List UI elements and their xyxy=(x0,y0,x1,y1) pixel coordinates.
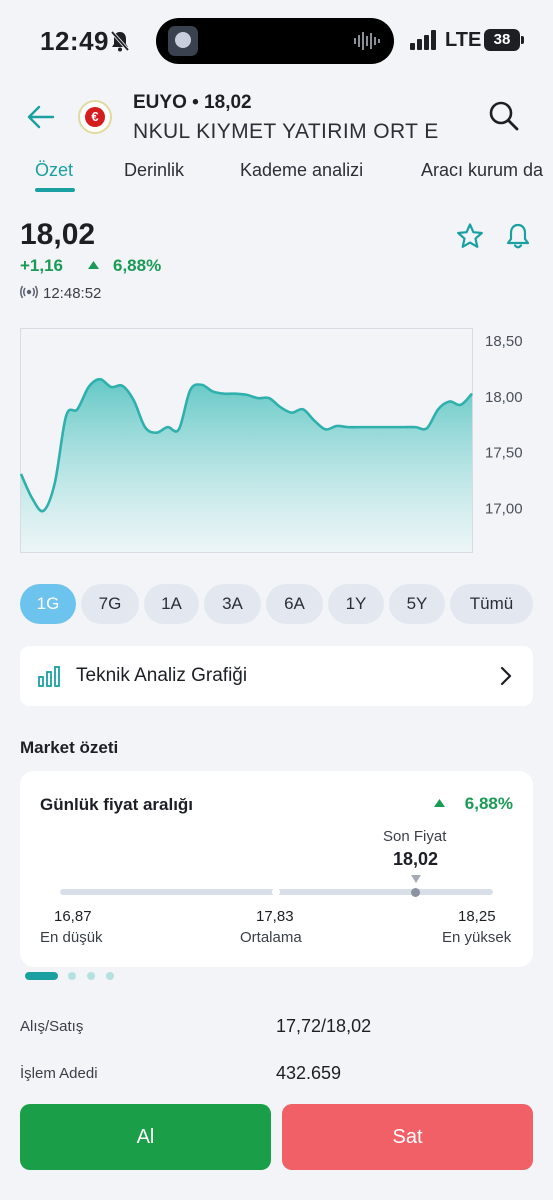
price-change-percent: 6,88% xyxy=(113,256,162,275)
sell-button[interactable]: Sat xyxy=(282,1104,533,1170)
market-summary-title: Market özeti xyxy=(20,738,119,757)
tab-araci-kurum[interactable]: Aracı kurum da xyxy=(421,160,543,181)
last-price-label: Son Fiyat xyxy=(383,828,447,845)
current-price: 18,02 xyxy=(20,218,96,251)
ticker-price-title: EUYO • 18,02 xyxy=(133,92,252,113)
star-icon[interactable] xyxy=(456,222,484,250)
high-value: 18,25 xyxy=(458,908,496,925)
average-value: 17,83 xyxy=(256,908,294,925)
chevron-right-icon xyxy=(500,666,512,686)
y-tick-label: 17,50 xyxy=(485,445,523,462)
y-tick-label: 17,00 xyxy=(485,500,523,517)
detail-tabs: Özet Derinlik Kademe analizi Aracı kurum… xyxy=(0,150,553,198)
daily-price-range-card[interactable]: Günlük fiyat aralığı 6,88% Son Fiyat 18,… xyxy=(20,771,533,967)
high-label: En yüksek xyxy=(442,929,512,946)
time-range-selector: 1G 7G 1A 3A 6A 1Y 5Y Tümü xyxy=(20,584,533,624)
up-triangle-icon xyxy=(88,261,99,269)
bar-chart-icon xyxy=(38,666,60,687)
range-3a-button[interactable]: 3A xyxy=(204,584,261,624)
company-name: NKUL KIYMET YATIRIM ORT E xyxy=(133,120,439,143)
last-price-dot xyxy=(411,888,420,897)
last-price-marker-icon xyxy=(411,875,421,883)
range-1g-button[interactable]: 1G xyxy=(20,584,76,624)
technical-analysis-label: Teknik Analiz Grafiği xyxy=(76,665,248,686)
bell-slash-icon xyxy=(110,30,130,52)
stock-header: € EUYO • 18,02 NKUL KIYMET YATIRIM ORT E xyxy=(0,80,553,150)
live-broadcast-icon xyxy=(20,285,38,299)
daily-range-change: 6,88% xyxy=(464,794,513,813)
range-tumu-button[interactable]: Tümü xyxy=(450,584,533,624)
technical-analysis-link[interactable]: Teknik Analiz Grafiği xyxy=(20,646,533,706)
last-price-value: 18,02 xyxy=(393,849,439,869)
audio-waveform-icon xyxy=(354,32,380,50)
card-pager xyxy=(25,972,125,980)
pager-dot[interactable] xyxy=(68,972,76,980)
low-label: En düşük xyxy=(40,929,103,946)
average-marker xyxy=(272,888,280,896)
price-change-absolute: +1,16 xyxy=(20,256,64,275)
average-label: Ortalama xyxy=(240,929,302,946)
network-type: LTE xyxy=(445,29,482,51)
volume-value: 432.659 xyxy=(276,1063,342,1083)
company-logo: € xyxy=(78,100,112,134)
range-1a-button[interactable]: 1A xyxy=(144,584,199,624)
y-tick-label: 18,00 xyxy=(485,389,523,406)
bid-ask-value: 17,72/18,02 xyxy=(276,1016,372,1036)
dynamic-island[interactable] xyxy=(156,18,394,64)
battery-icon: 38 xyxy=(484,29,524,51)
pager-dot[interactable] xyxy=(106,972,114,980)
buy-button[interactable]: Al xyxy=(20,1104,271,1170)
euro-logo-glyph: € xyxy=(91,109,99,124)
tab-ozet[interactable]: Özet xyxy=(35,160,73,181)
back-arrow-icon[interactable] xyxy=(26,102,56,132)
status-time: 12:49 xyxy=(40,26,109,56)
low-value: 16,87 xyxy=(54,908,92,925)
bid-ask-label: Alış/Satış xyxy=(20,1018,84,1035)
range-1y-button[interactable]: 1Y xyxy=(328,584,384,624)
daily-range-title: Günlük fiyat aralığı xyxy=(40,795,194,814)
range-7g-button[interactable]: 7G xyxy=(81,584,139,624)
range-5y-button[interactable]: 5Y xyxy=(389,584,445,624)
up-triangle-icon xyxy=(434,799,445,807)
last-update-time: 12:48:52 xyxy=(43,285,102,302)
intraday-price-chart[interactable]: 18,50 18,00 17,50 17,00 xyxy=(20,328,533,554)
volume-row: İşlem Adedi 432.659 xyxy=(0,1055,553,1095)
search-icon[interactable] xyxy=(488,100,520,132)
tab-kademe-analizi[interactable]: Kademe analizi xyxy=(240,160,363,181)
y-tick-label: 18,50 xyxy=(485,333,523,350)
pager-dot[interactable] xyxy=(87,972,95,980)
range-6a-button[interactable]: 6A xyxy=(266,584,323,624)
active-tab-indicator xyxy=(35,188,75,192)
pager-dot-active[interactable] xyxy=(25,972,58,980)
now-playing-thumbnail xyxy=(168,26,198,56)
price-area-fill xyxy=(21,379,472,552)
bell-icon[interactable] xyxy=(504,222,532,250)
signal-bars-icon xyxy=(410,30,436,50)
status-bar: 12:49 LTE 38 xyxy=(0,0,553,80)
tab-derinlik[interactable]: Derinlik xyxy=(124,160,184,181)
bid-ask-row: Alış/Satış 17,72/18,02 xyxy=(0,1008,553,1048)
volume-label: İşlem Adedi xyxy=(20,1065,98,1082)
